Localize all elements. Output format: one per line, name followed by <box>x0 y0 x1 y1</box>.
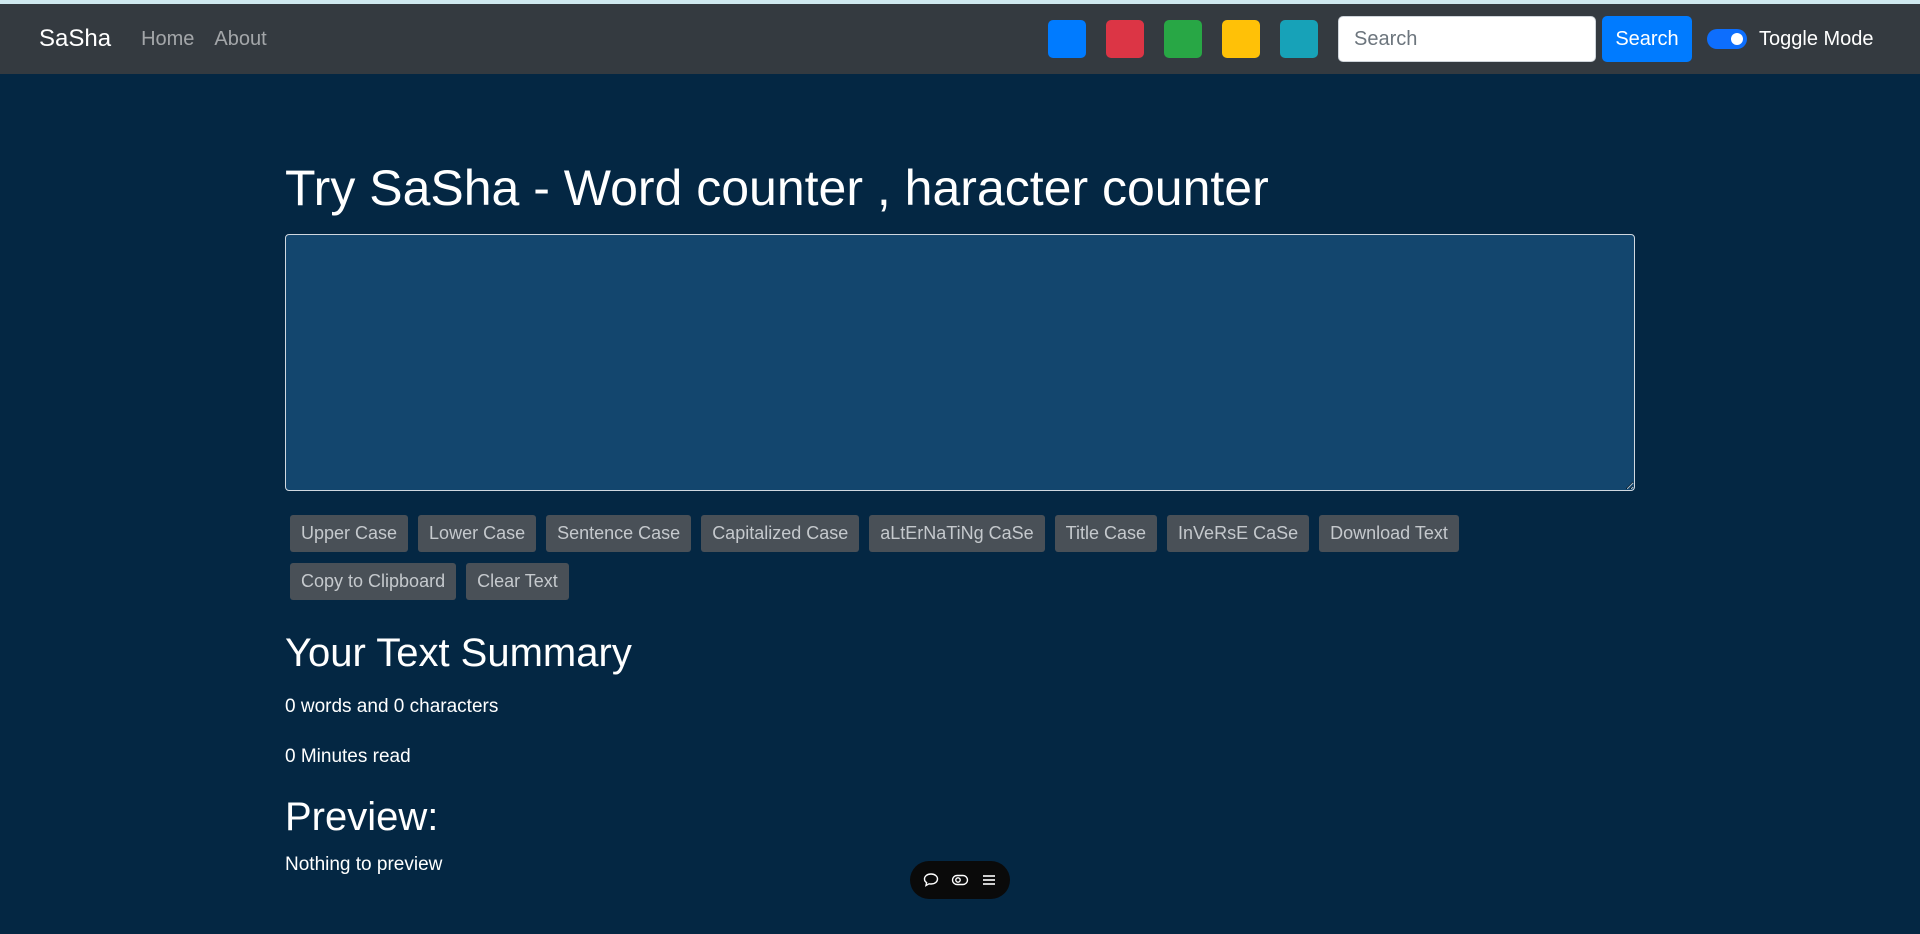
capitalized-case-button[interactable]: Capitalized Case <box>701 515 860 552</box>
nav-link-home[interactable]: Home <box>141 28 194 51</box>
theme-swatch-green[interactable] <box>1164 20 1202 58</box>
toggle-mode-switch[interactable] <box>1707 29 1747 49</box>
search-button[interactable]: Search <box>1602 16 1692 62</box>
toggle-view-icon[interactable] <box>948 868 972 892</box>
theme-swatch-blue[interactable] <box>1048 20 1086 58</box>
menu-icon[interactable] <box>977 868 1001 892</box>
copy-to-clipboard-button[interactable]: Copy to Clipboard <box>290 563 457 600</box>
navbar: SaSha Home About Search Toggle Mode <box>0 4 1920 74</box>
chat-bubble-icon[interactable] <box>919 868 943 892</box>
sentence-case-button[interactable]: Sentence Case <box>546 515 692 552</box>
nav-links: Home About <box>141 28 287 51</box>
upper-case-button[interactable]: Upper Case <box>290 515 409 552</box>
download-text-button[interactable]: Download Text <box>1319 515 1459 552</box>
nav-link-about[interactable]: About <box>214 28 266 51</box>
theme-swatch-yellow[interactable] <box>1222 20 1260 58</box>
word-char-count: 0 words and 0 characters <box>285 696 499 717</box>
preview-title: Preview: <box>285 795 439 839</box>
toggle-mode-label: Toggle Mode <box>1759 27 1874 50</box>
inverse-case-button[interactable]: InVeRsE CaSe <box>1167 515 1310 552</box>
text-input-area[interactable] <box>285 234 1635 491</box>
theme-swatch-red[interactable] <box>1106 20 1144 58</box>
main-content: Try SaSha - Word counter , haracter coun… <box>285 74 1635 877</box>
summary-title: Your Text Summary <box>285 631 632 675</box>
alternating-case-button[interactable]: aLtErNaTiNg CaSe <box>869 515 1045 552</box>
floating-toolbar <box>910 861 1010 899</box>
clear-text-button[interactable]: Clear Text <box>466 563 569 600</box>
minutes-read: 0 Minutes read <box>285 746 411 767</box>
theme-swatch-teal[interactable] <box>1280 20 1318 58</box>
nav-right-controls: Search Toggle Mode <box>1048 4 1874 74</box>
toggle-knob <box>1731 33 1743 45</box>
search-input[interactable] <box>1338 16 1596 62</box>
page-title: Try SaSha - Word counter , haracter coun… <box>285 160 1269 216</box>
action-buttons: Upper Case Lower Case Sentence Case Capi… <box>285 515 1635 611</box>
toggle-mode: Toggle Mode <box>1707 28 1874 51</box>
brand-logo[interactable]: SaSha <box>39 25 111 53</box>
lower-case-button[interactable]: Lower Case <box>418 515 537 552</box>
title-case-button[interactable]: Title Case <box>1054 515 1158 552</box>
